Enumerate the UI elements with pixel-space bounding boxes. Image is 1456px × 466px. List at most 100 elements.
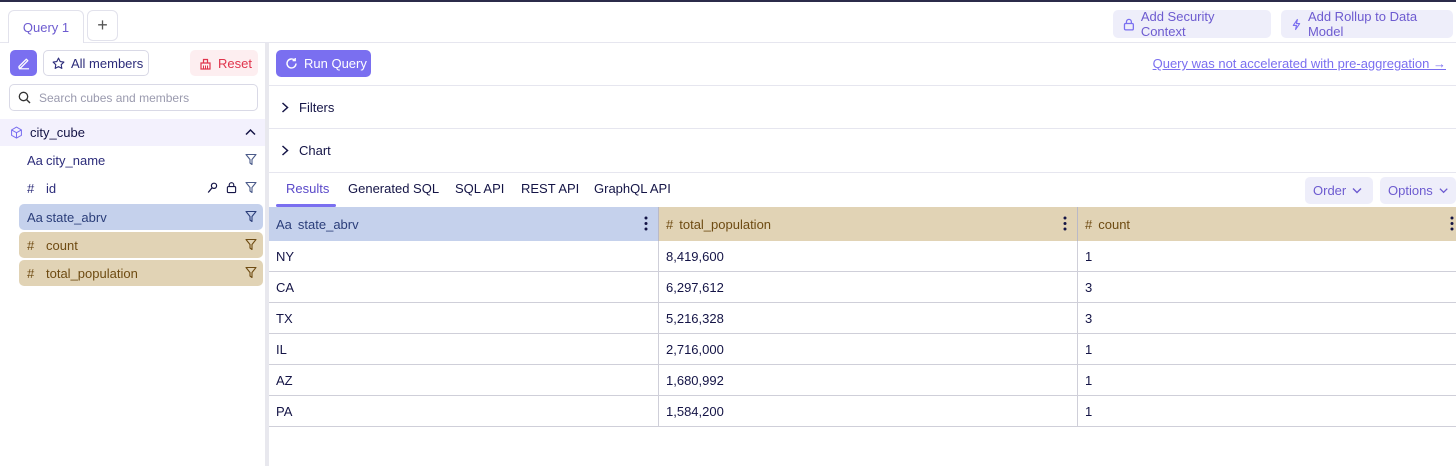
tab-graphql-api[interactable]: GraphQL API — [594, 181, 671, 196]
table-cell: 6,297,612 — [659, 272, 1078, 303]
filter-icon[interactable] — [245, 153, 257, 166]
add-tab-button[interactable]: + — [87, 10, 118, 41]
column-header-state-abrv[interactable]: Aa state_abrv — [269, 207, 659, 241]
column-header-total-population[interactable]: # total_population — [659, 207, 1078, 241]
star-icon — [52, 57, 65, 69]
table-cell: 1 — [1085, 373, 1093, 388]
order-label: Order — [1313, 183, 1347, 198]
tab-sql-api[interactable]: SQL API — [455, 181, 504, 196]
filter-icon[interactable] — [245, 266, 257, 279]
table-row: AZ 1,680,992 1 — [269, 365, 1456, 396]
chevron-right-icon — [281, 144, 289, 156]
chart-label: Chart — [299, 142, 331, 158]
add-security-context-button[interactable]: Add Security Context — [1113, 9, 1271, 39]
table-row: NY 8,419,600 1 — [269, 241, 1456, 272]
chevron-down-icon — [1352, 188, 1362, 194]
add-security-context-label: Add Security Context — [1140, 9, 1215, 39]
refresh-icon — [286, 58, 297, 69]
more-vertical-icon[interactable] — [1063, 216, 1067, 231]
string-type-icon: Aa — [27, 209, 43, 225]
table-cell: AZ — [269, 365, 659, 396]
member-label: id — [46, 180, 57, 196]
lock-icon — [226, 182, 237, 194]
filter-icon[interactable] — [245, 210, 257, 223]
table-cell: 2,716,000 — [659, 334, 1078, 365]
reset-label: Reset — [218, 55, 252, 71]
key-icon — [207, 182, 218, 193]
table-cell: PA — [269, 396, 659, 427]
table-cell: CA — [269, 272, 659, 303]
number-type-icon: # — [27, 180, 35, 196]
search-icon — [18, 91, 31, 104]
options-button[interactable]: Options — [1380, 177, 1456, 204]
not-accelerated-link[interactable]: Query was not accelerated with pre-aggre… — [1153, 56, 1446, 71]
member-label: total_population — [46, 265, 138, 281]
column-header-count[interactable]: # count — [1078, 207, 1456, 241]
lightning-icon — [1292, 18, 1301, 30]
filter-icon[interactable] — [245, 238, 257, 251]
more-vertical-icon[interactable] — [1450, 216, 1454, 231]
filter-icon[interactable] — [245, 181, 257, 194]
column-header-label: total_population — [679, 216, 772, 232]
pencil-icon — [17, 58, 29, 70]
run-query-button[interactable]: Run Query — [276, 50, 371, 77]
tab-generated-sql[interactable]: Generated SQL — [348, 181, 439, 196]
table-row: TX 5,216,328 3 — [269, 303, 1456, 334]
table-cell: 1 — [1085, 342, 1093, 357]
member-search-input[interactable] — [39, 90, 239, 105]
table-cell: 3 — [1085, 311, 1093, 326]
column-header-label: state_abrv — [297, 216, 359, 232]
table-cell: 5,216,328 — [659, 303, 1078, 334]
member-city-name[interactable]: Aa city_name — [19, 147, 263, 173]
member-search-box[interactable] — [9, 84, 258, 111]
order-button[interactable]: Order — [1305, 177, 1373, 204]
tab-rest-api[interactable]: REST API — [521, 181, 579, 196]
member-id[interactable]: # id — [19, 175, 263, 201]
all-members-label: All members — [71, 55, 144, 71]
number-type-icon: # — [27, 265, 35, 281]
column-header-label: count — [1098, 216, 1131, 232]
reset-broom-icon — [200, 58, 211, 70]
add-rollup-label: Add Rollup to Data Model — [1307, 9, 1418, 39]
lock-icon — [1123, 18, 1134, 31]
number-type-icon: # — [1085, 216, 1093, 232]
member-label: city_name — [46, 152, 106, 168]
table-cell: 1 — [1085, 404, 1093, 419]
more-vertical-icon[interactable] — [644, 216, 648, 231]
cube-name: city_cube — [30, 125, 85, 140]
member-count[interactable]: # count — [19, 232, 263, 258]
members-sidebar: All members Reset city_cube Aa city_name… — [0, 43, 265, 466]
chevron-right-icon — [281, 101, 289, 113]
table-cell: 3 — [1085, 280, 1093, 295]
tab-query-1[interactable]: Query 1 — [8, 10, 84, 45]
table-row: CA 6,297,612 3 — [269, 272, 1456, 303]
table-row: IL 2,716,000 1 — [269, 334, 1456, 365]
chevron-down-icon — [1439, 188, 1448, 194]
table-cell: 8,419,600 — [659, 241, 1078, 272]
string-type-icon: Aa — [27, 152, 43, 168]
table-cell: IL — [269, 334, 659, 365]
query-tab-bar: Query 1 + Add Security Context Add Rollu… — [0, 2, 1456, 45]
add-rollup-button[interactable]: Add Rollup to Data Model — [1281, 9, 1453, 39]
number-type-icon: # — [666, 216, 674, 232]
tab-results[interactable]: Results — [286, 181, 329, 196]
reset-button[interactable]: Reset — [190, 50, 258, 76]
all-members-button[interactable]: All members — [43, 50, 149, 76]
edit-mode-button[interactable] — [10, 50, 37, 76]
member-label: count — [46, 237, 78, 253]
filters-section-toggle[interactable]: Filters — [269, 85, 1456, 128]
member-label: state_abrv — [46, 209, 107, 225]
table-row: PA 1,584,200 1 — [269, 396, 1456, 427]
chart-section-toggle[interactable]: Chart — [269, 128, 1456, 171]
table-cell: 1,584,200 — [659, 396, 1078, 427]
string-type-icon: Aa — [276, 216, 292, 232]
table-cell: NY — [269, 241, 659, 272]
cube-header-city-cube[interactable]: city_cube — [0, 119, 265, 146]
options-label: Options — [1388, 183, 1433, 198]
chevron-up-icon[interactable] — [245, 128, 256, 136]
member-state-abrv[interactable]: Aa state_abrv — [19, 204, 263, 230]
run-query-label: Run Query — [304, 56, 367, 71]
table-cell: 1,680,992 — [659, 365, 1078, 396]
member-total-population[interactable]: # total_population — [19, 260, 263, 286]
cube-icon — [11, 126, 22, 139]
